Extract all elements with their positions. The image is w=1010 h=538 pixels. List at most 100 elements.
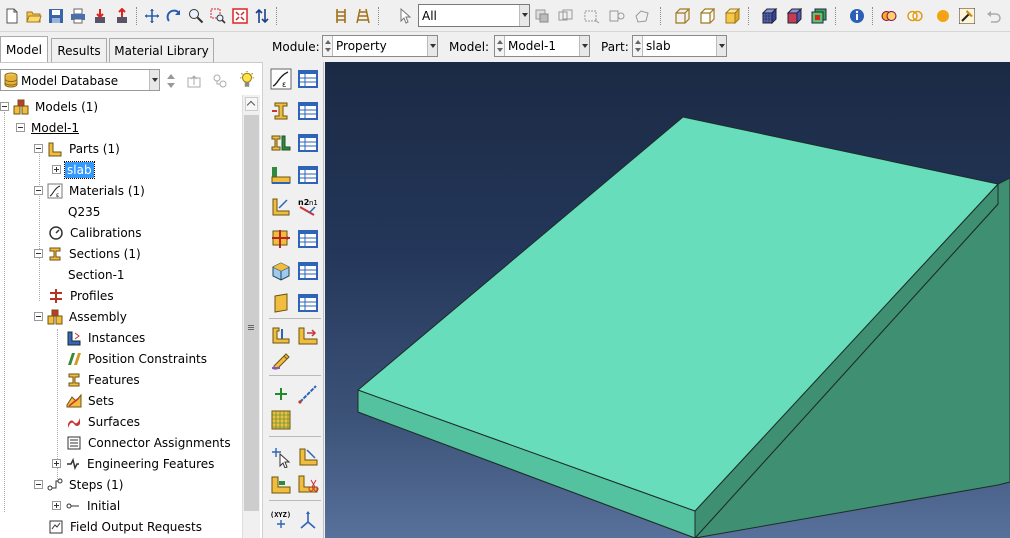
tree-node-sections[interactable]: Sections (1) — [34, 243, 143, 264]
scroll-up-icon[interactable] — [245, 97, 258, 111]
create-datum-axis-button[interactable] — [296, 382, 320, 406]
expand-icon[interactable] — [52, 459, 61, 468]
select-polygon-button[interactable] — [633, 6, 651, 26]
tree-node-materials[interactable]: ε Materials (1) — [34, 180, 147, 201]
tree-node-section-1[interactable]: Section-1 — [66, 264, 127, 285]
open-button[interactable] — [25, 6, 43, 26]
tree-node-profiles[interactable]: Profiles — [48, 285, 116, 306]
query-tree-button[interactable] — [332, 6, 350, 26]
composite-layup-button[interactable] — [269, 259, 293, 283]
profile-manager-button[interactable] — [296, 131, 320, 155]
spin-arrows-icon[interactable] — [323, 36, 333, 56]
info-button[interactable] — [848, 6, 866, 26]
selection-options-button[interactable] — [533, 6, 551, 26]
go-up-icon[interactable] — [186, 73, 202, 89]
query-button[interactable] — [958, 6, 976, 26]
tree-node-models[interactable]: Models (1) — [0, 96, 100, 117]
tree-node-features[interactable]: Features — [66, 369, 142, 390]
tree-node-surfaces[interactable]: Surfaces — [66, 411, 142, 432]
up-down-icon[interactable] — [166, 73, 176, 89]
material-manager-button[interactable] — [296, 67, 320, 91]
expand-icon[interactable] — [52, 165, 61, 174]
wireframe-button[interactable] — [673, 6, 691, 26]
part-canvas[interactable] — [325, 62, 1010, 538]
cycle-views-button[interactable] — [253, 6, 271, 26]
lightbulb-icon[interactable] — [238, 71, 256, 89]
tree-node-sets[interactable]: Sets — [66, 390, 116, 411]
export-button[interactable] — [113, 6, 131, 26]
collapse-icon[interactable] — [34, 249, 43, 258]
partition-button[interactable] — [296, 445, 320, 469]
repair-button[interactable] — [296, 472, 320, 496]
shaded-button[interactable] — [723, 6, 741, 26]
tab-material-library[interactable]: Material Library — [109, 38, 214, 62]
collapse-icon[interactable] — [34, 312, 43, 321]
module-combo[interactable]: Property — [322, 35, 438, 57]
special-skin-button[interactable] — [269, 347, 293, 371]
create-datum-csys-button[interactable]: (XYZ) — [269, 508, 293, 532]
spin-arrows-icon[interactable] — [495, 36, 505, 56]
select-inside-button[interactable] — [608, 6, 626, 26]
magnify-button[interactable] — [187, 6, 205, 26]
part-combo[interactable]: slab — [632, 35, 727, 57]
geometry-edit-button[interactable] — [269, 472, 293, 496]
select-cursor-button[interactable] — [397, 6, 415, 26]
tree-node-calibrations[interactable]: Calibrations — [48, 222, 144, 243]
auto-fit-button[interactable] — [231, 6, 249, 26]
display-group-button[interactable] — [785, 6, 803, 26]
assign-section-button[interactable] — [269, 163, 293, 187]
chevron-down-icon[interactable] — [149, 70, 159, 90]
tree-node-field-output-requests[interactable]: Field Output Requests — [48, 516, 204, 537]
rotate-button[interactable] — [165, 6, 183, 26]
import-button[interactable] — [91, 6, 109, 26]
tree-node-steps[interactable]: Steps (1) — [34, 474, 125, 495]
assign-material-orientation-button[interactable] — [269, 227, 293, 251]
tab-results[interactable]: Results — [51, 38, 107, 62]
section-manager-button[interactable] — [296, 99, 320, 123]
spin-arrows-icon[interactable] — [633, 36, 643, 56]
create-material-button[interactable]: ε — [269, 67, 293, 91]
tree-node-assembly[interactable]: Assembly — [34, 306, 129, 327]
color-code-alt-button[interactable] — [906, 6, 924, 26]
mesh-visibility-button[interactable] — [760, 6, 778, 26]
color-button[interactable] — [934, 6, 952, 26]
replace-display-button[interactable] — [810, 6, 828, 26]
collapse-icon[interactable] — [0, 102, 9, 111]
special-inertia-button[interactable] — [269, 324, 293, 348]
query-tree-alt-button[interactable] — [354, 6, 372, 26]
hidden-line-button[interactable] — [698, 6, 716, 26]
model-combo[interactable]: Model-1 — [494, 35, 590, 57]
expand-icon[interactable] — [52, 501, 61, 510]
skin-button[interactable] — [269, 291, 293, 315]
tree-node-parts[interactable]: Parts (1) — [34, 138, 122, 159]
chevron-down-icon[interactable] — [579, 36, 589, 56]
undo-button[interactable] — [984, 6, 1002, 26]
tree-node-model-1[interactable]: Model-1 — [16, 117, 81, 138]
chevron-down-icon[interactable] — [716, 36, 726, 56]
create-section-button[interactable] — [269, 99, 293, 123]
chevron-down-icon[interactable] — [427, 36, 437, 56]
create-datum-plane-button[interactable] — [269, 408, 293, 432]
collapse-icon[interactable] — [34, 186, 43, 195]
section-assignment-manager-button[interactable] — [296, 163, 320, 187]
save-button[interactable] — [47, 6, 65, 26]
model-database-combo[interactable]: Model Database — [0, 69, 160, 91]
create-datum-point-button[interactable] — [269, 382, 293, 406]
graphics-viewport[interactable] — [325, 62, 1010, 538]
layup-manager-button[interactable] — [296, 259, 320, 283]
tree-node-q235[interactable]: Q235 — [66, 201, 102, 222]
select-entities-button[interactable] — [557, 6, 575, 26]
query-select-button[interactable] — [269, 445, 293, 469]
tree-node-position-constraints[interactable]: Position Constraints — [66, 348, 209, 369]
tree-scrollbar[interactable] — [242, 95, 260, 538]
collapse-icon[interactable] — [16, 123, 25, 132]
tree-node-slab[interactable]: slab — [52, 159, 95, 180]
print-button[interactable] — [69, 6, 87, 26]
chevron-down-icon[interactable] — [519, 5, 529, 26]
skin-manager-button[interactable] — [296, 291, 320, 315]
collapse-icon[interactable] — [34, 144, 43, 153]
filter-tree-icon[interactable] — [212, 73, 228, 89]
tree-node-initial[interactable]: Initial — [52, 495, 122, 516]
drag-shape-button[interactable] — [583, 6, 601, 26]
tree-node-connector-assignments[interactable]: Connector Assignments — [66, 432, 233, 453]
